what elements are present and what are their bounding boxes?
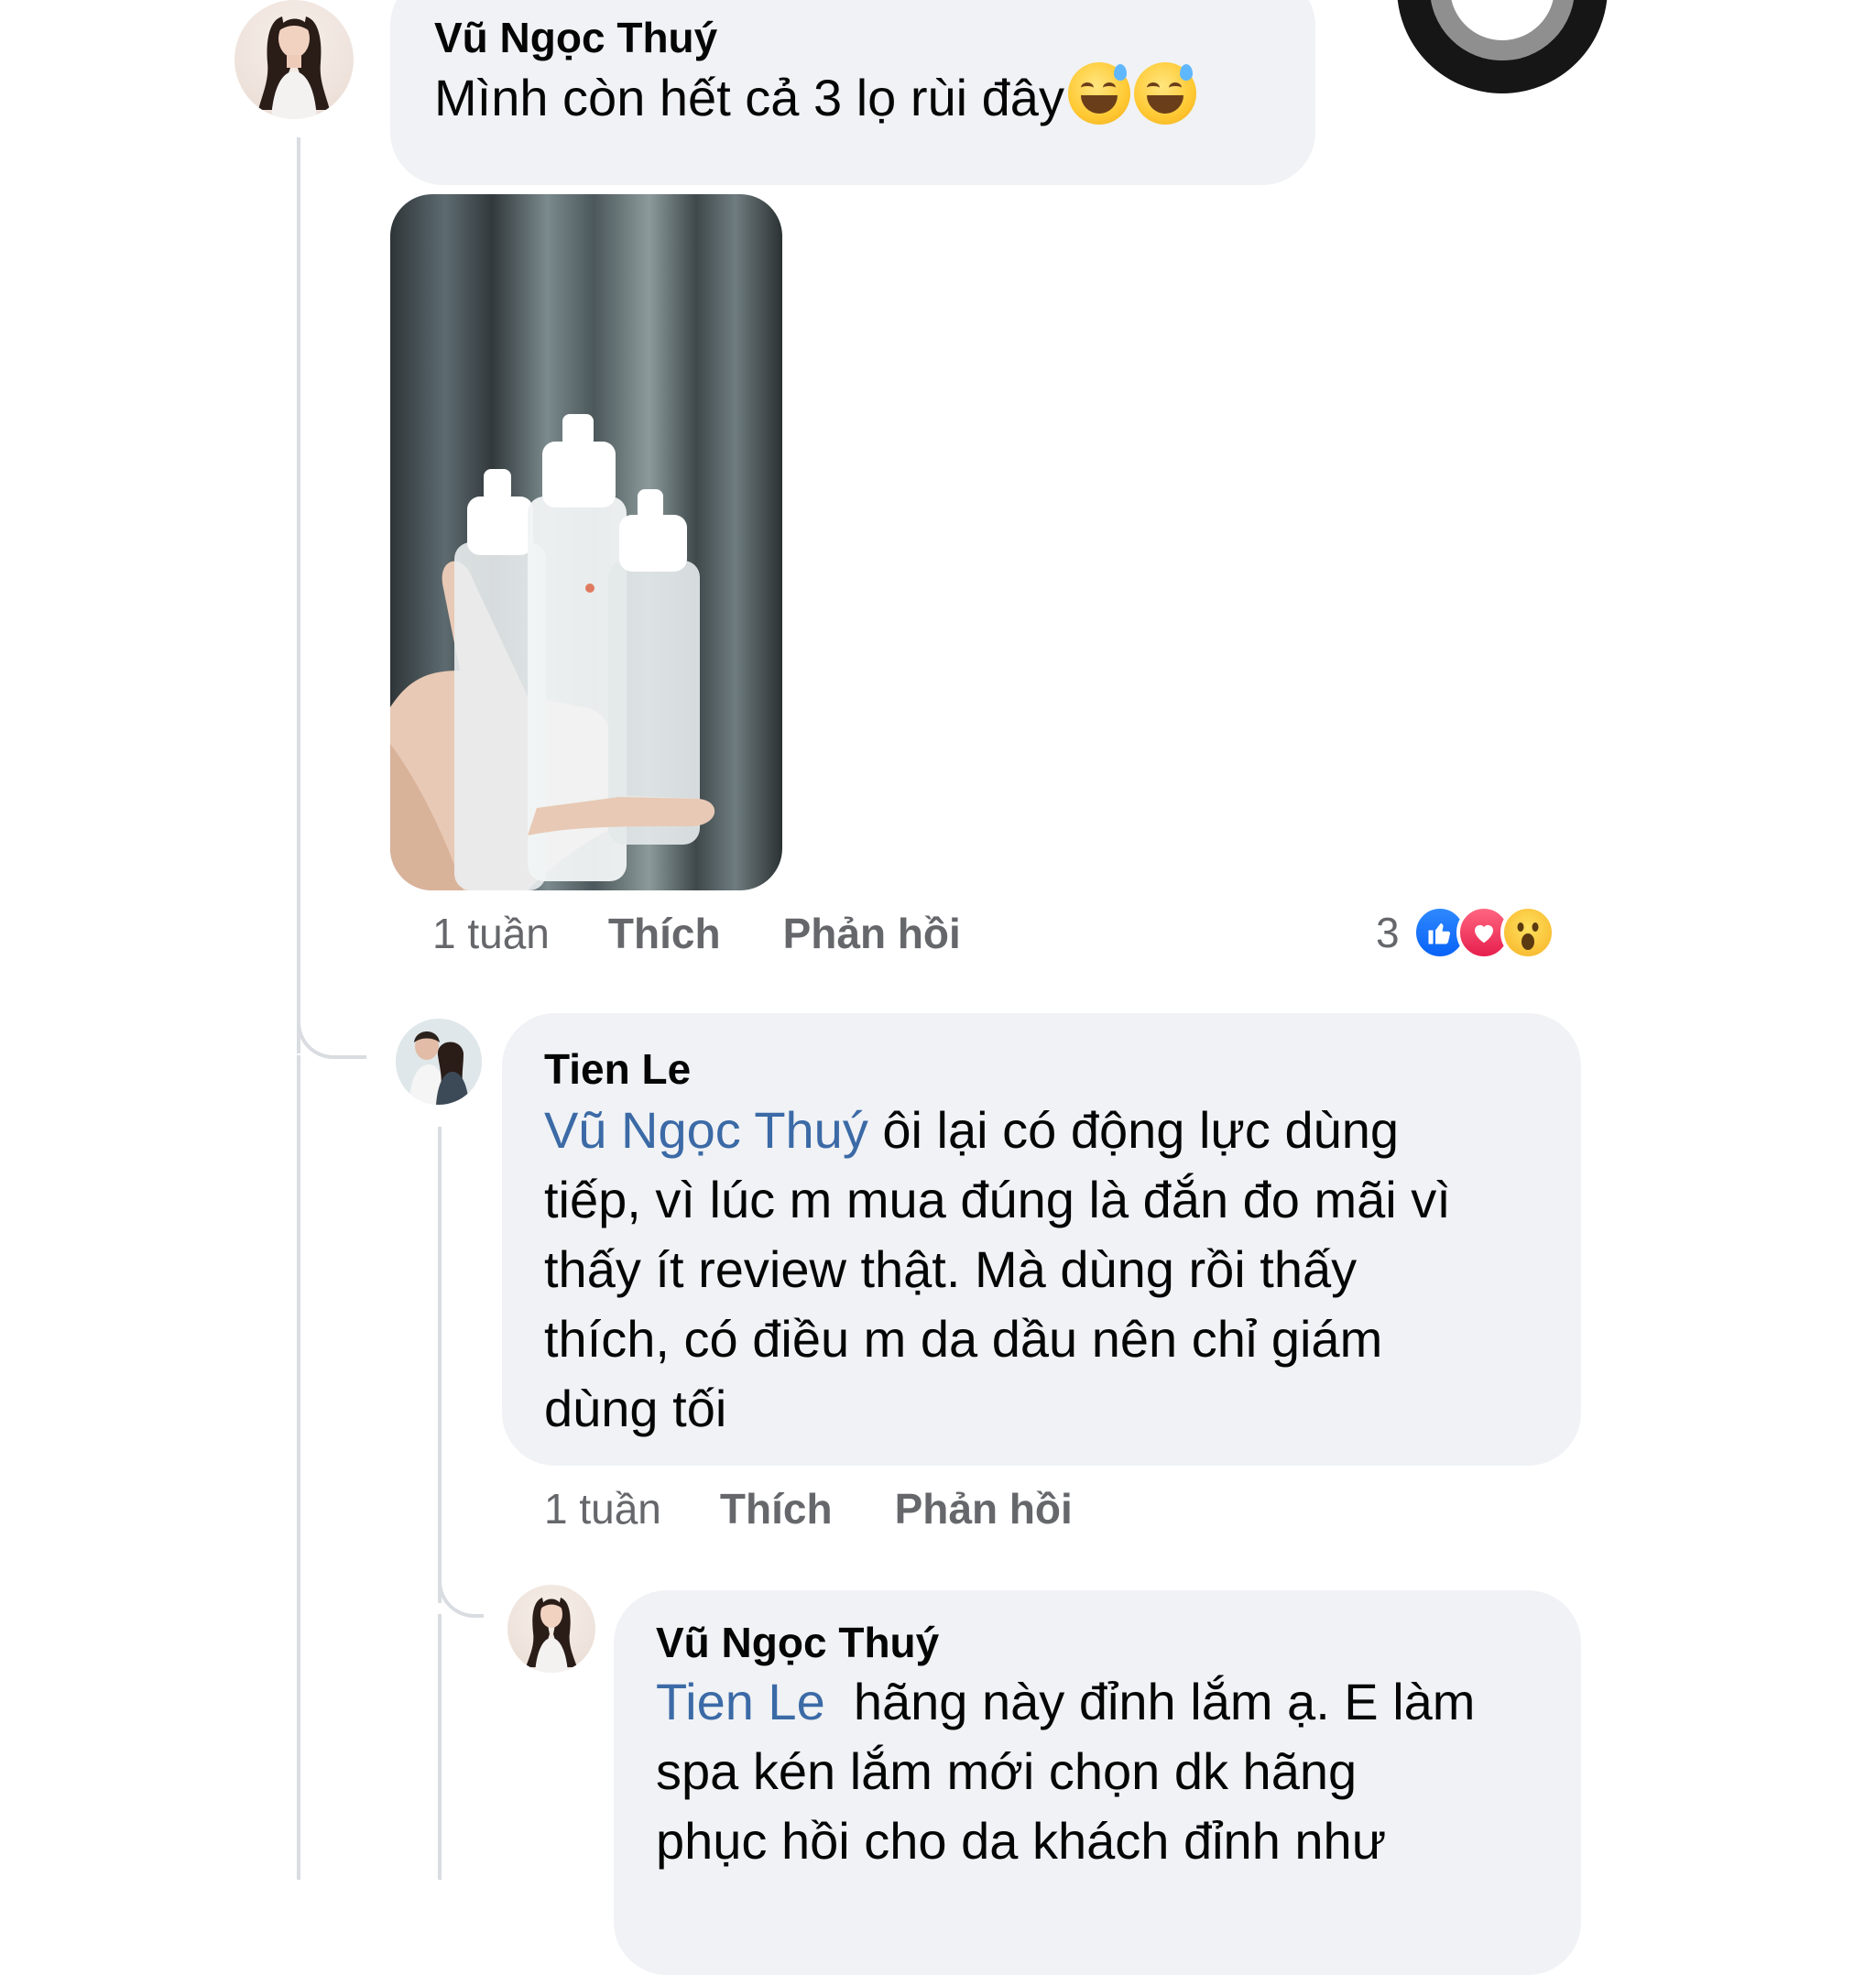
- grinning-sweat-emoji-icon: [1133, 62, 1196, 125]
- comment-meta: 1 tuần Thích Phản hồi: [432, 909, 1023, 958]
- reply-text-line: tiếp, vì lúc m mua đúng là đắn đo mãi vì: [544, 1171, 1451, 1228]
- reply-author[interactable]: Tien Le: [544, 1044, 691, 1094]
- avatar-vu-ngoc-thuy[interactable]: [234, 0, 354, 119]
- reply-text-line: thích, có điều m da dầu nên chỉ giám: [544, 1310, 1383, 1368]
- reply-bubble: Tien Le Vũ Ngọc Thuý ôi lại có động lực …: [502, 1013, 1581, 1466]
- reply-button[interactable]: Phản hồi: [895, 1484, 1073, 1533]
- reply-text-line: spa kén lắm mới chọn dk hãng: [656, 1742, 1358, 1800]
- thread-line-reply1: [438, 1127, 442, 1603]
- thread-line-main: [297, 137, 300, 1053]
- thread-line-main-lower: [297, 1055, 300, 1880]
- reply-text-line: hãng này đỉnh lắm ạ. E làm: [824, 1673, 1476, 1730]
- reply-text-line: ôi lại có động lực dùng: [867, 1101, 1400, 1159]
- reply-bubble: Vũ Ngọc Thuý Tien Le hãng này đỉnh lắm ạ…: [614, 1590, 1581, 1975]
- reply-author[interactable]: Vũ Ngọc Thuý: [656, 1618, 939, 1667]
- like-button[interactable]: Thích: [608, 909, 721, 958]
- mention-link[interactable]: Vũ Ngọc Thuý: [544, 1101, 868, 1159]
- comment-timestamp[interactable]: 1 tuần: [432, 909, 550, 958]
- comment-author[interactable]: Vũ Ngọc Thuý: [434, 13, 717, 62]
- reply-text-line: phục hồi cho da khách đỉnh như: [656, 1812, 1387, 1870]
- thread-line-reply1-lower: [438, 1614, 442, 1880]
- reply-button[interactable]: Phản hồi: [783, 909, 961, 958]
- comment-text-content: Mình còn hết cả 3 lọ rùi đây: [434, 69, 1064, 126]
- reaction-count: 3: [1376, 909, 1400, 956]
- reply-meta: 1 tuần Thích Phản hồi: [544, 1484, 1135, 1533]
- reply-text-line: dùng tối: [544, 1380, 727, 1437]
- comment-text: Mình còn hết cả 3 lọ rùi đây: [434, 62, 1196, 133]
- thread-connector-reply2: [438, 1548, 484, 1618]
- like-button[interactable]: Thích: [720, 1484, 833, 1533]
- comment-photo[interactable]: [390, 194, 782, 890]
- grinning-sweat-emoji-icon: [1067, 62, 1130, 125]
- reaction-summary[interactable]: 3: [1376, 905, 1555, 960]
- reply-text-line: thấy ít review thật. Mà dùng rồi thấy: [544, 1240, 1358, 1298]
- reply-text: Tien Le hãng này đỉnh lắm ạ. E làm spa k…: [656, 1667, 1572, 1876]
- wow-icon: [1500, 905, 1555, 960]
- avatar-tien-le[interactable]: [396, 1019, 482, 1105]
- avatar-vu-ngoc-thuy[interactable]: [507, 1585, 595, 1673]
- reply-text: Vũ Ngọc Thuý ôi lại có động lực dùng tiế…: [544, 1096, 1561, 1444]
- reply-timestamp[interactable]: 1 tuần: [544, 1484, 661, 1533]
- comment-bubble: Vũ Ngọc Thuý Mình còn hết cả 3 lọ rùi đâ…: [390, 0, 1315, 185]
- mention-link[interactable]: Tien Le: [656, 1673, 825, 1730]
- partial-ring-icon: [1397, 0, 1608, 93]
- thread-connector-reply1: [297, 971, 366, 1059]
